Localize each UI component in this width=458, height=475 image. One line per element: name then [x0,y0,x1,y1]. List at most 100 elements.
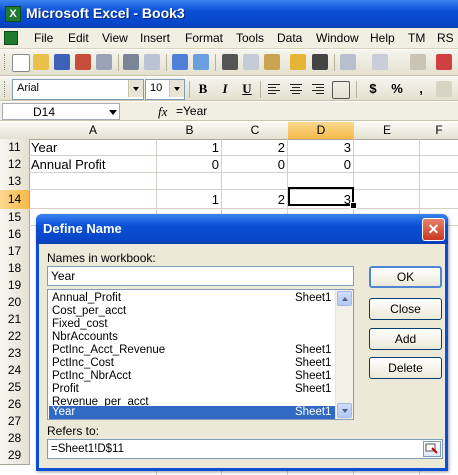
menu-rs[interactable]: RS [437,31,454,45]
cell-c14[interactable]: 2 [222,191,288,208]
row-header-16[interactable]: 16 [0,226,30,244]
row-header-28[interactable]: 28 [0,430,30,448]
row-header-27[interactable]: 27 [0,413,30,431]
menu-format[interactable]: Format [185,31,223,45]
spelling-icon[interactable] [172,54,188,70]
document-icon[interactable] [4,31,18,45]
chevron-down-icon[interactable] [109,110,117,115]
open-icon[interactable] [33,54,49,70]
scroll-down-button[interactable] [337,403,352,418]
row-header-11[interactable]: 11 [0,139,30,157]
row-header-14[interactable]: 14 [0,190,30,210]
undo-icon[interactable] [340,54,356,70]
dialog-title-bar[interactable]: Define Name ✕ [36,214,448,244]
list-item[interactable]: Profit Sheet1 [49,383,336,396]
bold-button[interactable]: B [194,80,212,98]
print-preview-icon[interactable] [144,54,160,70]
cell-b11[interactable]: 1 [157,139,222,156]
increase-decimal-icon[interactable] [436,81,452,97]
delete-button[interactable]: Delete [369,357,442,379]
row-header-21[interactable]: 21 [0,311,30,329]
list-item-selected[interactable]: Year Sheet1 [49,406,336,419]
italic-button[interactable]: I [216,80,234,98]
active-cell-outline[interactable] [288,187,354,206]
collapse-dialog-icon[interactable] [423,441,441,457]
row-header-17[interactable]: 17 [0,243,30,261]
fill-handle[interactable] [350,202,357,209]
select-all-corner[interactable] [0,122,30,140]
cell-b14[interactable]: 1 [157,191,222,208]
menu-file[interactable]: File [34,31,53,45]
menu-help[interactable]: Help [370,31,395,45]
row-header-26[interactable]: 26 [0,396,30,414]
comma-button[interactable]: , [412,80,430,98]
row-header-25[interactable]: 25 [0,379,30,397]
column-header-c[interactable]: C [222,122,289,140]
camera-icon[interactable] [312,54,328,70]
cell-d11[interactable]: 3 [288,139,354,156]
list-item[interactable]: Cost_per_acct [49,305,336,318]
names-list[interactable]: Annual_Profit Sheet1 Cost_per_acct Fixed_… [47,289,354,420]
cut-icon[interactable] [222,54,238,70]
menu-insert[interactable]: Insert [140,31,170,45]
copy-icon[interactable] [243,54,259,70]
cell-a12[interactable]: Annual Profit [31,156,105,173]
font-size-dropdown-button[interactable] [169,80,184,97]
column-header-f[interactable]: F [420,122,458,140]
scroll-up-button[interactable] [337,291,352,306]
cell-c11[interactable]: 2 [222,139,288,156]
menu-edit[interactable]: Edit [68,31,89,45]
list-item[interactable]: PctInc_NbrAcct Sheet1 [49,370,336,383]
save-icon[interactable] [54,54,70,70]
research-icon[interactable] [193,54,209,70]
menu-tm[interactable]: TM [408,31,425,45]
new-icon[interactable] [12,54,30,72]
list-scrollbar[interactable] [335,290,353,419]
paste-icon[interactable] [264,54,280,70]
underline-button[interactable]: U [238,80,256,98]
cell-a11[interactable]: Year [31,139,57,156]
ok-button[interactable]: OK [369,266,442,288]
close-icon[interactable]: ✕ [422,218,445,241]
autosum-icon[interactable] [436,54,452,70]
row-header-12[interactable]: 12 [0,156,30,174]
percent-button[interactable]: % [388,80,406,98]
font-name-select[interactable]: Arial [12,79,144,100]
menu-data[interactable]: Data [277,31,302,45]
hyperlink-icon[interactable] [410,54,426,70]
permission-icon[interactable] [75,54,91,70]
names-in-workbook-input[interactable]: Year [47,266,354,286]
font-dropdown-button[interactable] [128,80,143,97]
toolbar-grip[interactable] [4,54,8,70]
toolbar-grip[interactable] [4,81,8,97]
menu-tools[interactable]: Tools [236,31,264,45]
align-right-icon[interactable] [310,81,326,97]
row-header-18[interactable]: 18 [0,260,30,278]
list-item[interactable]: PctInc_Acct_Revenue Sheet1 [49,344,336,357]
column-header-a[interactable]: A [29,122,158,140]
list-item[interactable]: NbrAccounts [49,331,336,344]
print-icon[interactable] [123,54,139,70]
row-header-20[interactable]: 20 [0,294,30,312]
add-button[interactable]: Add [369,328,442,350]
redo-icon[interactable] [372,54,388,70]
close-button[interactable]: Close [369,298,442,320]
row-header-13[interactable]: 13 [0,173,30,191]
column-header-d[interactable]: D [288,122,355,140]
column-header-e[interactable]: E [354,122,421,140]
currency-button[interactable]: $ [364,80,382,98]
menu-window[interactable]: Window [316,31,359,45]
cell-b12[interactable]: 0 [157,156,222,173]
cell-d12[interactable]: 0 [288,156,354,173]
list-item[interactable]: Annual_Profit Sheet1 [49,292,336,305]
row-header-22[interactable]: 22 [0,328,30,346]
refers-to-input[interactable]: =Sheet1!D$11 [47,439,443,459]
menu-view[interactable]: View [102,31,128,45]
align-center-icon[interactable] [288,81,304,97]
merge-center-icon[interactable] [332,81,350,99]
email-icon[interactable] [96,54,112,70]
insert-function-icon[interactable]: fx [158,104,167,120]
format-painter-icon[interactable] [290,54,306,70]
excel-app-icon[interactable]: X [5,6,21,22]
list-item[interactable]: Fixed_cost [49,318,336,331]
